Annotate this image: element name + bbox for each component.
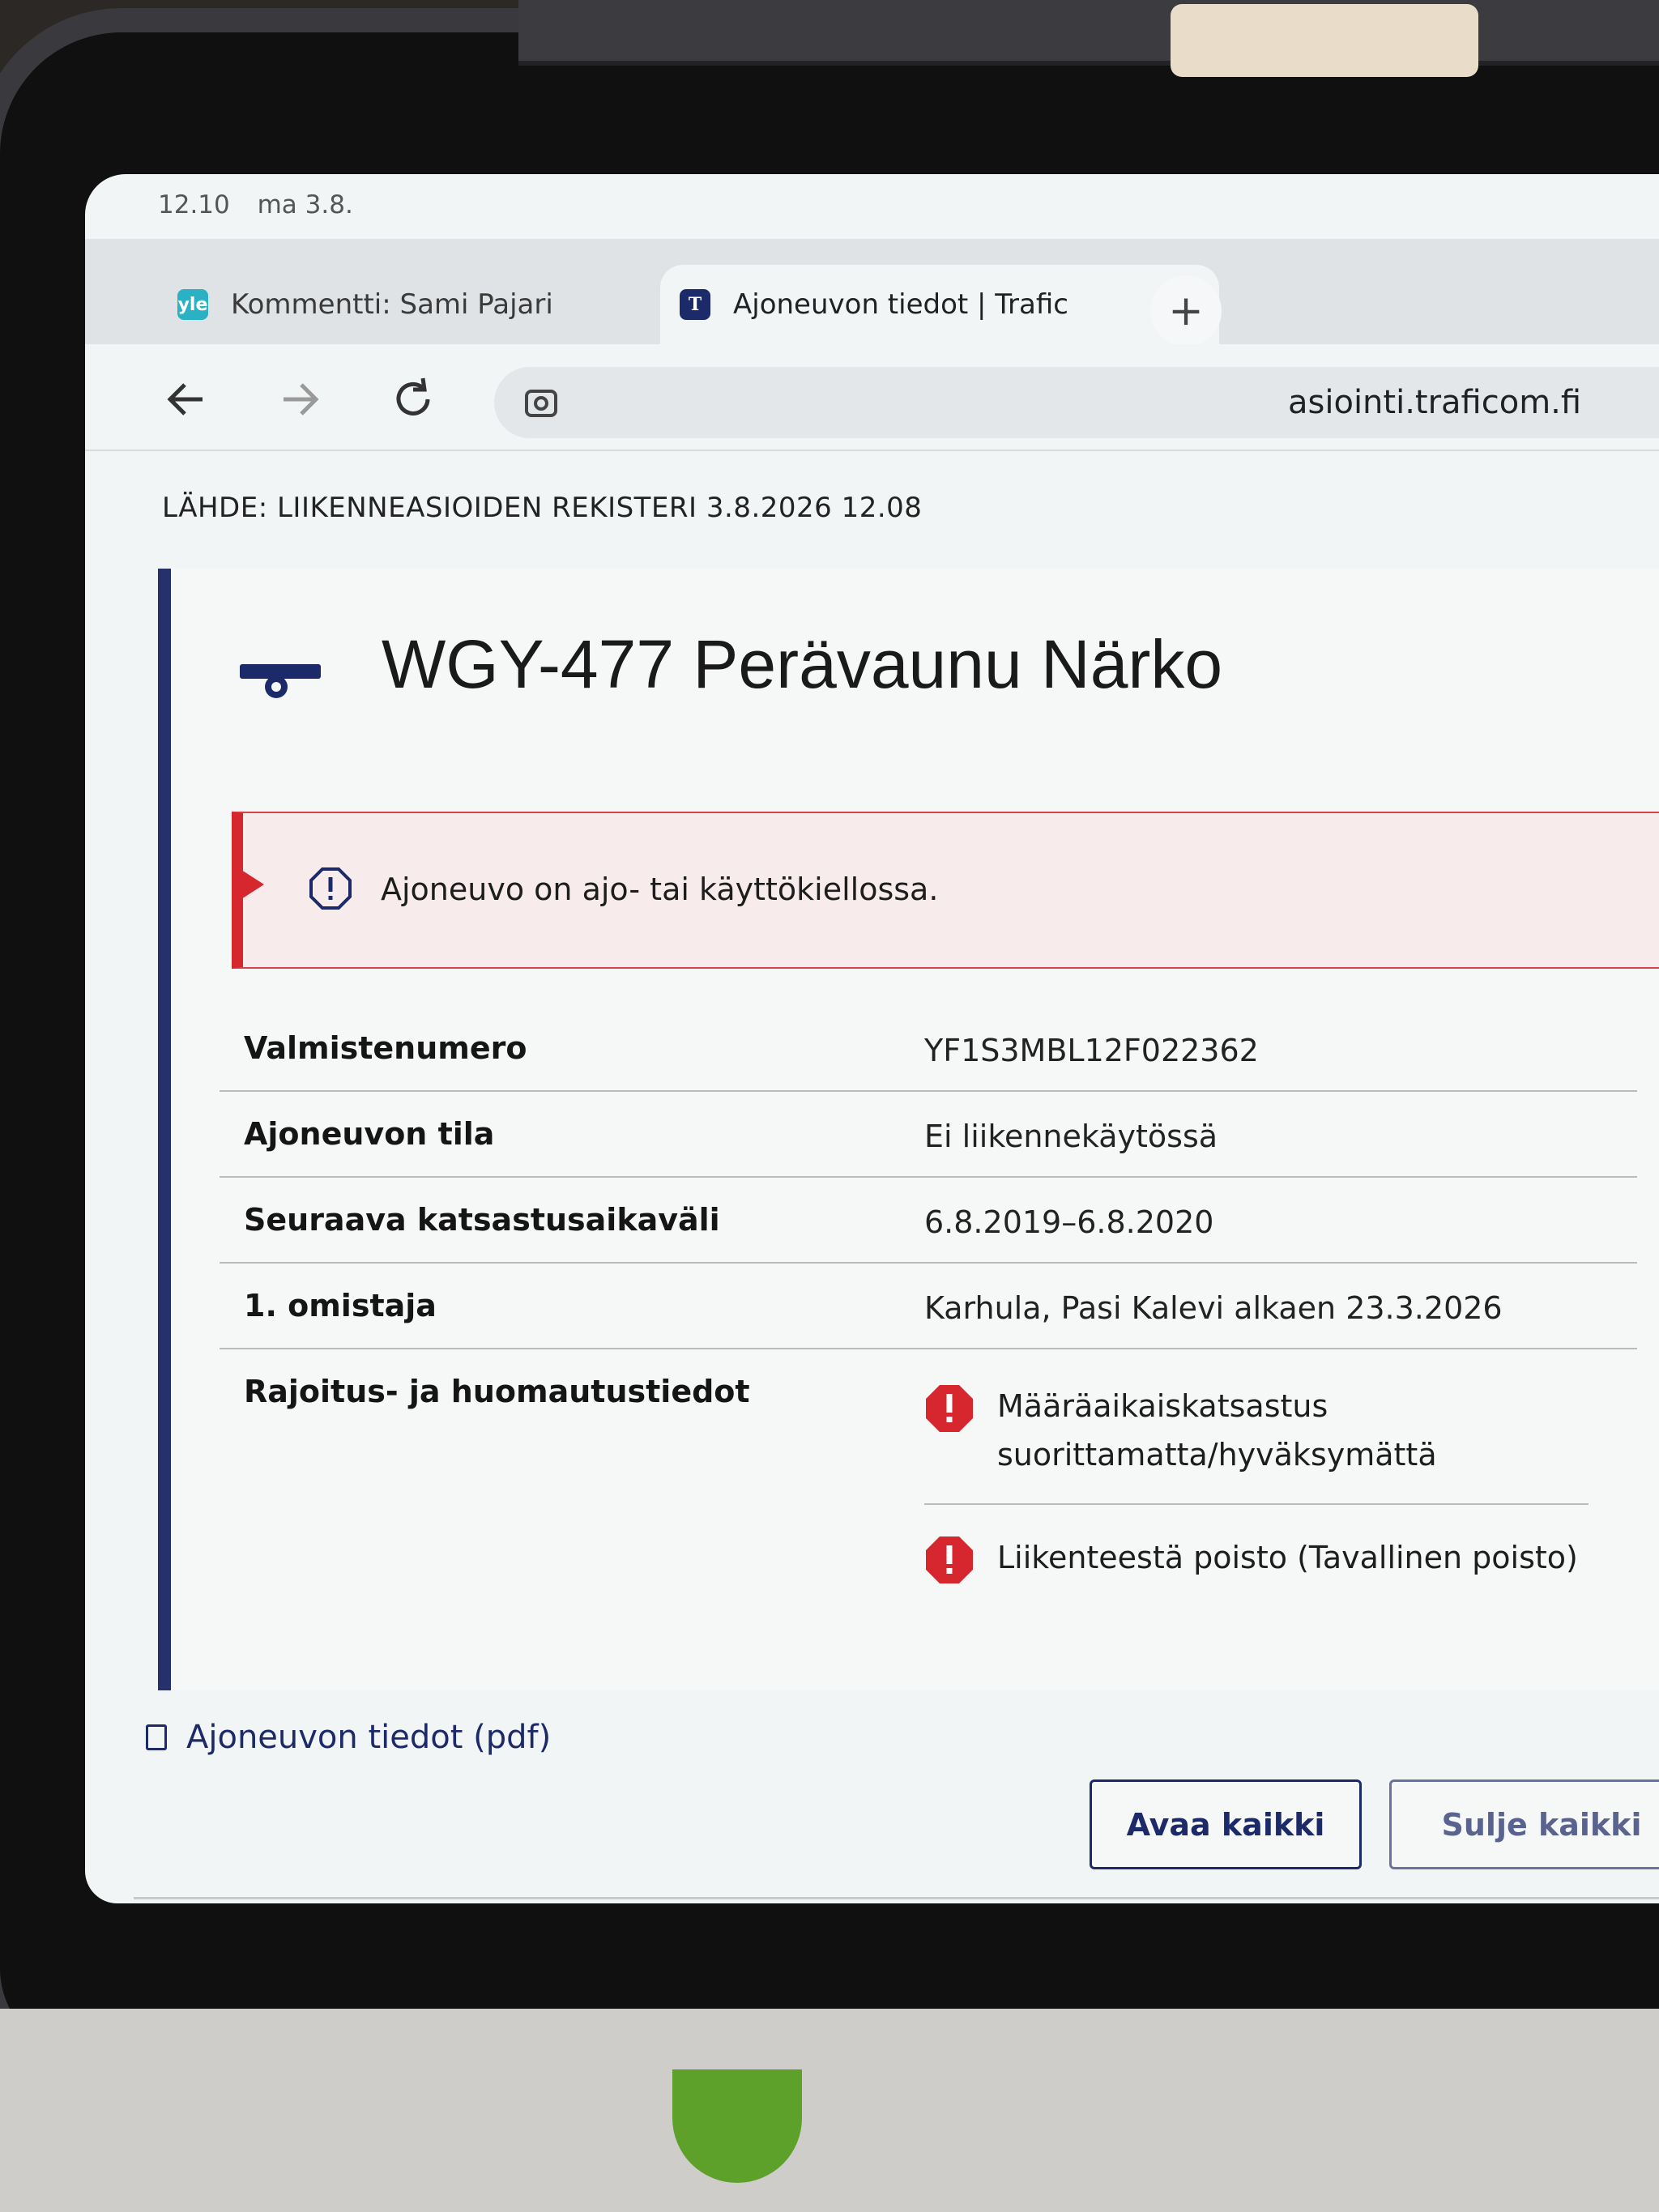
- tab-strip: yle Kommentti: Sami Pajari ✕ T Ajoneuvon…: [85, 239, 1659, 344]
- exclamation-octagon-icon: [926, 1385, 973, 1432]
- row-label: Ajoneuvon tila: [244, 1116, 495, 1152]
- background-surface: [0, 2009, 1659, 2212]
- restriction-item: Liikenteestä poisto (Tavallinen poisto): [924, 1533, 1589, 1583]
- restriction-text: Määräaikaiskatsastus suorittamatta/hyväk…: [997, 1388, 1437, 1473]
- traficom-favicon-icon: T: [680, 289, 710, 320]
- alert-text: Ajoneuvo on ajo- tai käyttökiellossa.: [381, 872, 939, 907]
- yle-favicon-icon: yle: [177, 289, 208, 320]
- reload-icon[interactable]: [381, 367, 446, 432]
- collapse-all-button[interactable]: Sulje kaikki: [1389, 1779, 1659, 1869]
- browser-screen: 12.10 ma 3.8. yle Kommentti: Sami Pajari…: [85, 174, 1659, 1903]
- address-bar[interactable]: asiointi.traficom.fi: [494, 367, 1659, 438]
- site-settings-icon[interactable]: [517, 378, 565, 427]
- restrictions-list: Määräaikaiskatsastus suorittamatta/hyväk…: [924, 1382, 1589, 1583]
- document-icon: [146, 1724, 167, 1750]
- tab-traficom[interactable]: T Ajoneuvon tiedot | Trafic ✕: [660, 265, 1219, 344]
- tab-yle[interactable]: yle Kommentti: Sami Pajari ✕: [158, 265, 709, 344]
- warning-octagon-icon: [309, 867, 352, 910]
- row-value: Ei liikennekäytössä: [924, 1119, 1218, 1154]
- alert-banner: Ajoneuvo on ajo- tai käyttökiellossa.: [232, 812, 1659, 969]
- trailer-icon: [240, 664, 321, 698]
- pdf-download-link[interactable]: Ajoneuvon tiedot (pdf): [146, 1719, 551, 1756]
- forward-arrow-icon[interactable]: [267, 367, 332, 432]
- page-content: LÄHDE: LIIKENNEASIOIDEN REKISTERI 3.8.20…: [85, 451, 1659, 1903]
- tab-title: Kommentti: Sami Pajari: [231, 288, 553, 321]
- device-top-clip: [1171, 4, 1478, 77]
- browser-toolbar: asiointi.traficom.fi: [85, 344, 1659, 451]
- alert-flag: [241, 870, 264, 899]
- row-label: 1. omistaja: [244, 1288, 437, 1323]
- status-date: ma 3.8.: [257, 190, 353, 219]
- table-row: Seuraava katsastusaikaväli 6.8.2019–6.8.…: [220, 1178, 1637, 1264]
- exclamation-octagon-icon: [926, 1536, 973, 1583]
- divider: [134, 1897, 1659, 1899]
- source-line: LÄHDE: LIIKENNEASIOIDEN REKISTERI 3.8.20…: [162, 492, 923, 524]
- restriction-text: Liikenteestä poisto (Tavallinen poisto): [997, 1540, 1578, 1575]
- status-time: 12.10: [158, 190, 230, 219]
- table-row: Valmistenumero YF1S3MBL12F022362: [220, 1006, 1637, 1092]
- table-row: Rajoitus- ja huomautustiedot Määräaikais…: [220, 1349, 1637, 1625]
- row-value: YF1S3MBL12F022362: [924, 1033, 1259, 1068]
- new-tab-button[interactable]: +: [1150, 275, 1222, 347]
- back-arrow-icon[interactable]: [154, 367, 219, 432]
- vehicle-card: WGY-477 Perävaunu Närko Ajoneuvo on ajo-…: [158, 569, 1659, 1690]
- table-row: Ajoneuvon tila Ei liikennekäytössä: [220, 1092, 1637, 1178]
- status-bar: 12.10 ma 3.8.: [158, 190, 373, 219]
- vehicle-title: WGY-477 Perävaunu Närko: [382, 626, 1223, 702]
- row-label: Rajoitus- ja huomautustiedot: [244, 1374, 750, 1409]
- restriction-item: Määräaikaiskatsastus suorittamatta/hyväk…: [924, 1382, 1589, 1505]
- pdf-link-label: Ajoneuvon tiedot (pdf): [186, 1719, 552, 1756]
- device-top-object: [518, 0, 1659, 66]
- row-value: 6.8.2019–6.8.2020: [924, 1204, 1214, 1240]
- details-table: Valmistenumero YF1S3MBL12F022362 Ajoneuv…: [220, 1006, 1637, 1625]
- url-text: asiointi.traficom.fi: [1288, 384, 1582, 421]
- row-label: Seuraava katsastusaikaväli: [244, 1202, 720, 1238]
- row-value: Karhula, Pasi Kalevi alkaen 23.3.2026: [924, 1290, 1503, 1326]
- row-label: Valmistenumero: [244, 1030, 527, 1066]
- table-row: 1. omistaja Karhula, Pasi Kalevi alkaen …: [220, 1264, 1637, 1349]
- expand-all-button[interactable]: Avaa kaikki: [1090, 1779, 1362, 1869]
- tab-title: Ajoneuvon tiedot | Trafic: [733, 288, 1068, 321]
